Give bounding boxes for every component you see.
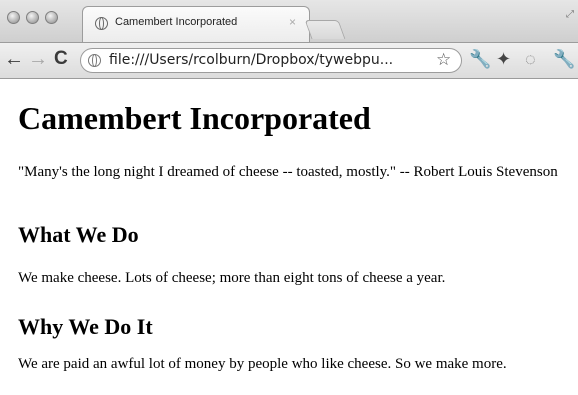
new-tab-button[interactable] (304, 20, 346, 39)
tab-camembert[interactable]: Camembert Incorporated × (82, 6, 310, 42)
section-text-why-we-do-it: We are paid an awful lot of money by peo… (18, 356, 507, 372)
tab-close-icon[interactable]: × (289, 15, 296, 29)
section-heading-what-we-do: What We Do (18, 222, 139, 247)
zoom-window-button[interactable] (45, 11, 58, 24)
section-text-what-we-do: We make cheese. Lots of cheese; more tha… (18, 270, 446, 286)
fullscreen-icon[interactable]: ⤢ (566, 9, 574, 20)
extension-icon[interactable]: ◌ (525, 49, 536, 69)
reload-icon[interactable]: C (54, 49, 68, 69)
back-arrow-icon[interactable]: ← (4, 49, 24, 69)
tab-title: Camembert Incorporated (115, 16, 238, 28)
page-quote: "Many's the long night I dreamed of chee… (18, 164, 558, 180)
pin-icon[interactable]: ✦ (496, 49, 511, 69)
address-bar[interactable]: file:///Users/rcolburn/Dropbox/tywebpu..… (80, 48, 462, 73)
toolbar: ← → C file:///Users/rcolburn/Dropbox/tyw… (0, 42, 578, 79)
settings-wrench-icon[interactable]: 🔧 (553, 49, 575, 69)
globe-icon (95, 17, 108, 30)
globe-icon (88, 54, 101, 67)
forward-arrow-icon[interactable]: → (28, 49, 48, 69)
section-heading-why-we-do-it: Why We Do It (18, 314, 153, 339)
close-window-button[interactable] (7, 11, 20, 24)
page-title: Camembert Incorporated (18, 100, 371, 136)
star-icon[interactable]: ☆ (436, 50, 451, 70)
tab-strip: Camembert Incorporated × ⤢ (0, 0, 578, 42)
url-text[interactable]: file:///Users/rcolburn/Dropbox/tywebpu..… (109, 52, 393, 68)
page-content: Camembert Incorporated "Many's the long … (0, 80, 578, 395)
wrench-icon[interactable]: 🔧 (469, 49, 491, 69)
browser-window: Camembert Incorporated × ⤢ ← → C file://… (0, 0, 578, 395)
minimize-window-button[interactable] (26, 11, 39, 24)
